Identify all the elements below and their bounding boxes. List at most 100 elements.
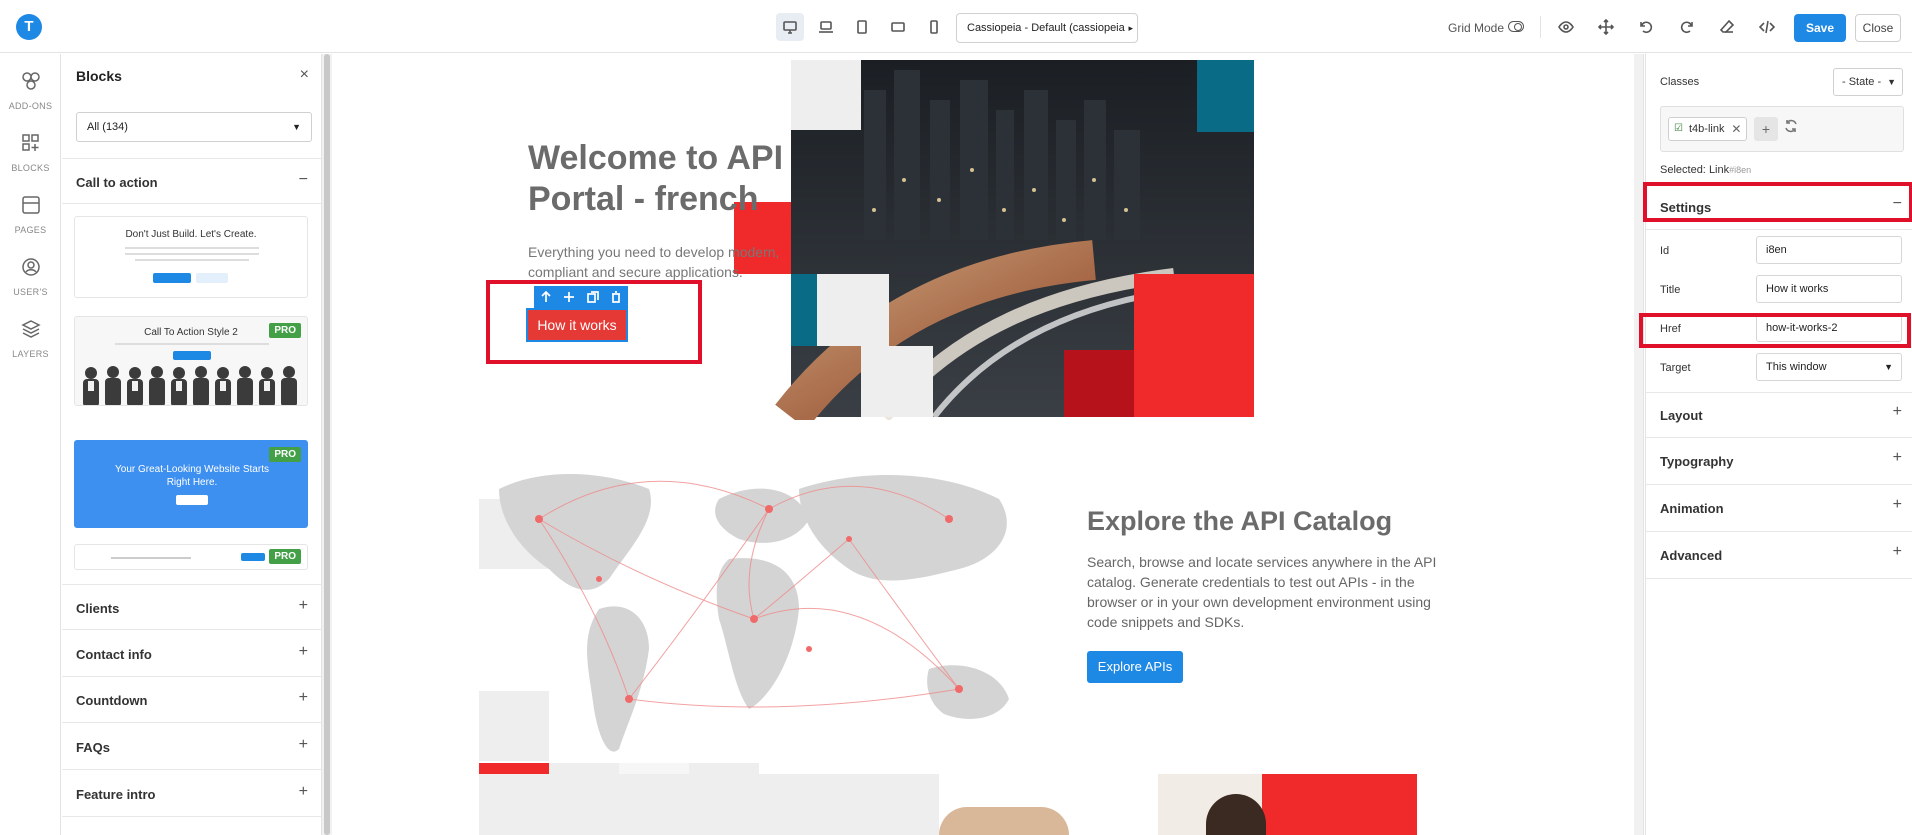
tablet-icon[interactable] <box>848 13 876 41</box>
thumb-button <box>153 273 191 283</box>
code-icon[interactable] <box>1757 17 1777 37</box>
tablet-landscape-icon[interactable] <box>884 13 912 41</box>
rail-item-users[interactable]: USER'S <box>0 256 61 300</box>
checkbox-icon[interactable]: ☑ <box>1674 118 1683 140</box>
id-input[interactable]: i8en <box>1756 236 1902 264</box>
category-feature-intro[interactable]: Feature intro + <box>62 771 321 817</box>
rail-label: PAGES <box>14 225 47 235</box>
block-thumb-cta-4[interactable]: PRO <box>74 544 308 570</box>
rail-label: LAYERS <box>12 349 49 359</box>
pro-badge: PRO <box>269 549 301 564</box>
explore-apis-button[interactable]: Explore APIs <box>1087 651 1183 683</box>
thumb-button <box>241 553 265 561</box>
category-call-to-action[interactable]: Call to action − <box>62 158 321 204</box>
thumb-button <box>176 495 208 505</box>
state-select-value: - State - <box>1842 76 1882 88</box>
blocks-filter-select[interactable]: All (134) ▼ <box>76 112 312 142</box>
blocks-scrollbar-thumb[interactable] <box>324 54 330 835</box>
close-button[interactable]: Close <box>1855 14 1901 42</box>
class-tag-label: t4b-link <box>1689 123 1725 135</box>
expand-icon: + <box>298 643 308 660</box>
save-button[interactable]: Save <box>1794 14 1846 42</box>
category-label: Contact info <box>76 647 152 662</box>
mobile-icon[interactable] <box>920 13 948 41</box>
block-thumb-cta-3[interactable]: Your Great-Looking Website Starts Right … <box>74 440 308 528</box>
category-faqs[interactable]: FAQs + <box>62 724 321 770</box>
preview-eye-icon[interactable] <box>1556 17 1576 37</box>
expand-icon: + <box>298 783 308 800</box>
top-toolbar: T Cassiopeia - Default (cassiopeia ▸ Gri… <box>0 0 1912 53</box>
template-select-value: Cassiopeia - Default (cassiopeia <box>967 22 1125 34</box>
move-icon[interactable] <box>1596 17 1616 37</box>
target-select-value: This window <box>1766 361 1827 373</box>
expand-icon: + <box>298 689 308 706</box>
section-label: Advanced <box>1660 548 1723 563</box>
thumb-title: Don't Just Build. Let's Create. <box>125 229 257 240</box>
grid-mode-label: Grid Mode <box>1448 21 1505 35</box>
category-countdown[interactable]: Countdown + <box>62 677 321 723</box>
prop-label: Id <box>1660 245 1670 257</box>
section-animation[interactable]: Animation + <box>1646 486 1912 532</box>
highlight-box <box>1639 313 1911 348</box>
redo-icon[interactable] <box>1677 17 1697 37</box>
laptop-icon[interactable] <box>812 13 840 41</box>
left-rail: ADD-ONS BLOCKS PAGES USER'S LAYERS <box>0 54 61 835</box>
placeholder-block <box>479 774 939 835</box>
thumb-button <box>196 273 228 283</box>
title-input[interactable]: How it works <box>1756 275 1902 303</box>
divider <box>1540 16 1541 38</box>
expand-icon: + <box>1892 543 1902 560</box>
block-thumb-cta-1[interactable]: Don't Just Build. Let's Create. <box>74 216 308 298</box>
sync-icon[interactable] <box>1784 119 1804 139</box>
rail-item-blocks[interactable]: BLOCKS <box>0 132 61 176</box>
class-selector[interactable]: ☑ t4b-link ✕ + <box>1660 106 1904 152</box>
selected-id: #i8en <box>1729 165 1752 175</box>
thumb-title: Your Great-Looking Website Starts Right … <box>115 464 269 488</box>
close-icon[interactable]: × <box>300 66 309 84</box>
blocks-panel: Blocks × All (134) ▼ Call to action − Do… <box>62 54 322 835</box>
classes-label: Classes <box>1660 76 1700 88</box>
highlight-box <box>486 280 702 364</box>
selected-type: Link <box>1708 164 1730 176</box>
section-typography[interactable]: Typography + <box>1646 439 1912 485</box>
category-clients[interactable]: Clients + <box>62 584 321 630</box>
user-icon <box>21 258 40 276</box>
section-label: Layout <box>1660 408 1703 423</box>
block-thumb-cta-2[interactable]: Call To Action Style 2 PRO <box>74 316 308 406</box>
template-select[interactable]: Cassiopeia - Default (cassiopeia ▸ <box>956 13 1138 43</box>
app-logo[interactable]: T <box>16 14 42 40</box>
thumb-line <box>135 259 249 261</box>
target-select[interactable]: This window ▼ <box>1756 353 1902 381</box>
canvas-scrollbar[interactable] <box>1634 54 1644 835</box>
section-advanced[interactable]: Advanced + <box>1646 533 1912 579</box>
selected-element-info: Selected: Link#i8en <box>1660 164 1751 176</box>
rail-item-pages[interactable]: PAGES <box>0 194 61 238</box>
section-title[interactable]: Explore the API Catalog <box>1087 506 1392 537</box>
add-class-button[interactable]: + <box>1754 117 1778 141</box>
section-layout[interactable]: Layout + <box>1646 392 1912 438</box>
thumb-button <box>173 351 211 360</box>
grid-mode-toggle[interactable] <box>1508 21 1524 32</box>
desktop-icon[interactable] <box>776 13 804 41</box>
class-tag[interactable]: ☑ t4b-link ✕ <box>1668 117 1748 141</box>
prop-label: Title <box>1660 284 1681 296</box>
selected-label: Selected: <box>1660 164 1706 176</box>
city-night-mosaic-image <box>734 60 1254 420</box>
category-label: Feature intro <box>76 787 156 802</box>
rail-item-layers[interactable]: LAYERS <box>0 318 61 362</box>
category-contact-info[interactable]: Contact info + <box>62 631 321 677</box>
mosaic-tile <box>1262 774 1417 835</box>
eraser-icon[interactable] <box>1717 17 1737 37</box>
hero-title[interactable]: Welcome to API Portal - french <box>528 138 828 220</box>
rail-item-addons[interactable]: ADD-ONS <box>0 70 61 114</box>
state-select[interactable]: - State - ▼ <box>1833 68 1903 96</box>
editor-canvas[interactable]: Welcome to API Portal - french Everythin… <box>334 54 1634 835</box>
hero-text[interactable]: Everything you need to develop modern, c… <box>528 242 788 282</box>
undo-icon[interactable] <box>1636 17 1656 37</box>
expand-icon: + <box>1892 496 1902 513</box>
rail-label: USER'S <box>13 287 48 297</box>
blocks-filter-value: All (134) <box>87 121 128 133</box>
pages-icon <box>21 196 40 214</box>
remove-icon[interactable]: ✕ <box>1731 118 1741 140</box>
section-text[interactable]: Search, browse and locate services anywh… <box>1087 552 1437 632</box>
